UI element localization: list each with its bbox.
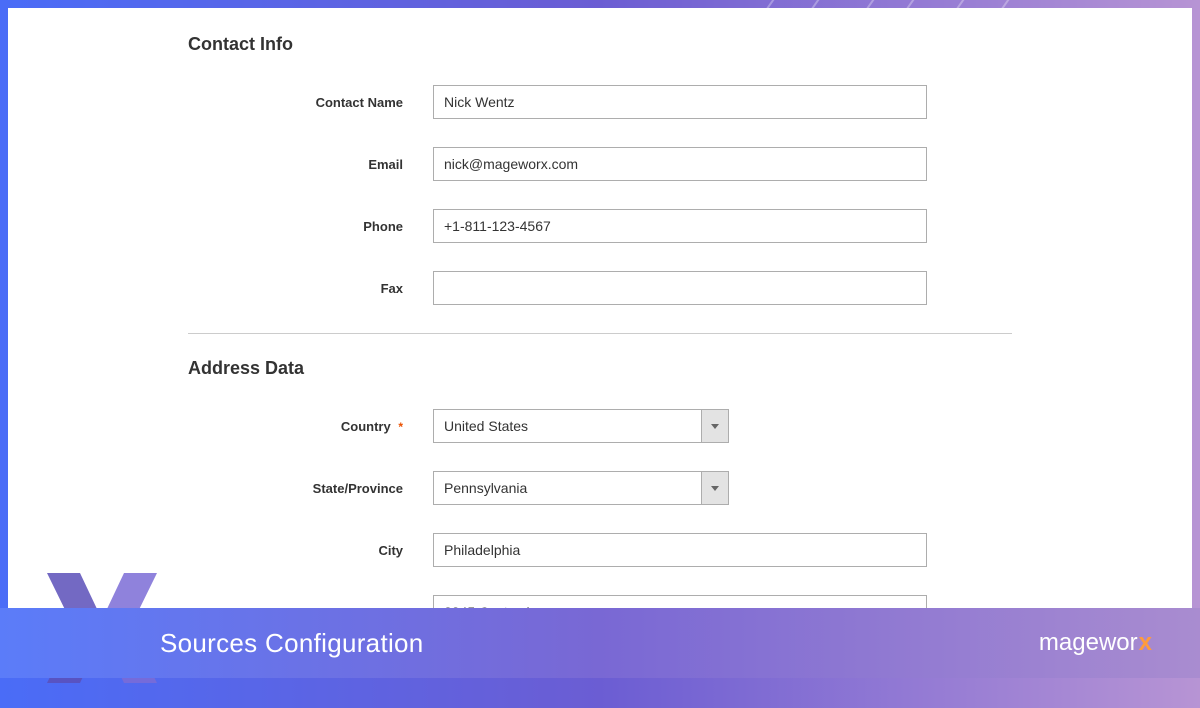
city-input[interactable] [433, 533, 927, 567]
email-input[interactable] [433, 147, 927, 181]
country-select-value: United States [433, 409, 701, 443]
street-row: Street [188, 595, 1012, 608]
contact-name-row: Contact Name [188, 85, 1012, 119]
country-label-text: Country [341, 419, 391, 434]
state-select-value: Pennsylvania [433, 471, 701, 505]
brand-x-icon: x [1139, 629, 1152, 657]
email-label: Email [188, 157, 433, 172]
contact-name-label: Contact Name [188, 95, 433, 110]
contact-info-title: Contact Info [188, 34, 1012, 55]
fax-row: Fax [188, 271, 1012, 305]
country-row: Country * United States [188, 409, 1012, 443]
email-row: Email [188, 147, 1012, 181]
state-select[interactable]: Pennsylvania [433, 471, 729, 505]
state-label: State/Province [188, 481, 433, 496]
required-indicator: * [398, 420, 403, 434]
state-row: State/Province Pennsylvania [188, 471, 1012, 505]
brand-logo: mageworx [1039, 629, 1152, 657]
country-label: Country * [188, 419, 433, 434]
fax-label: Fax [188, 281, 433, 296]
chevron-down-icon[interactable] [701, 471, 729, 505]
footer-title: Sources Configuration [160, 628, 424, 659]
form-panel: Contact Info Contact Name Email Phone Fa… [8, 8, 1192, 608]
phone-row: Phone [188, 209, 1012, 243]
brand-text: magewor [1039, 629, 1138, 657]
phone-label: Phone [188, 219, 433, 234]
phone-input[interactable] [433, 209, 927, 243]
country-select[interactable]: United States [433, 409, 729, 443]
city-label: City [188, 543, 433, 558]
footer-bar: Sources Configuration mageworx [0, 608, 1200, 678]
outer-frame: Contact Info Contact Name Email Phone Fa… [0, 0, 1200, 678]
street-input[interactable] [433, 595, 927, 608]
contact-name-input[interactable] [433, 85, 927, 119]
address-data-title: Address Data [188, 358, 1012, 379]
city-row: City [188, 533, 1012, 567]
section-divider [188, 333, 1012, 334]
fax-input[interactable] [433, 271, 927, 305]
chevron-down-icon[interactable] [701, 409, 729, 443]
